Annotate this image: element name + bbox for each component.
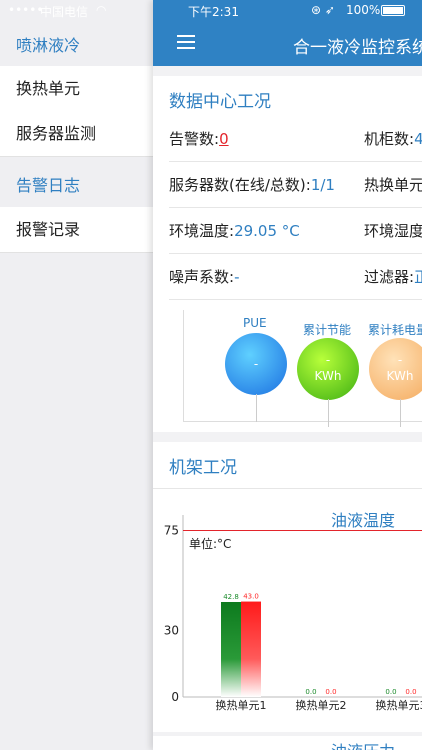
gauge-unit-power-used: KWh bbox=[386, 369, 414, 383]
gauge-energy-saved: - KWh bbox=[297, 338, 359, 400]
app-title: 合一液冷监控系统 bbox=[293, 38, 422, 58]
rack-heading: 机架工况 bbox=[169, 458, 237, 478]
cabinet-count-value: 4 bbox=[414, 130, 422, 148]
gauge-value-power-used: - bbox=[397, 353, 403, 367]
gauge-power-used: - KWh bbox=[369, 338, 422, 400]
datacenter-heading: 数据中心工况 bbox=[169, 92, 271, 112]
status-icons: ⊛ ➶ bbox=[311, 3, 335, 17]
signal-icon: ••••• bbox=[8, 3, 44, 17]
bar bbox=[241, 601, 261, 697]
side-drawer: ••••• 中国电信 ◠ 喷淋液冷 换热单元 服务器监测 告警日志 报警记录 bbox=[0, 0, 155, 750]
y-tick-label: 75 bbox=[164, 524, 179, 538]
env-temp-label: 环境温度: bbox=[169, 222, 235, 240]
x-tick-label: 换热单元1 bbox=[216, 698, 267, 712]
gauge-stem bbox=[328, 399, 329, 427]
bar-value-label: 43.0 bbox=[243, 593, 259, 601]
y-tick-label: 0 bbox=[171, 690, 179, 704]
stat-row-servers: 服务器数(在线/总数):1/1 热换单元 bbox=[169, 162, 422, 208]
chart-title-oil-pressure: 油液压力 bbox=[331, 738, 395, 750]
bar-value-label: 0.0 bbox=[405, 688, 416, 696]
server-count-value: 1/1 bbox=[310, 176, 335, 194]
menu-item-server-monitor[interactable]: 服务器监测 bbox=[0, 111, 155, 157]
gauge-value-pue: - bbox=[253, 357, 259, 371]
bar-value-label: 42.8 bbox=[223, 593, 239, 601]
heat-unit-label: 热换单元 bbox=[364, 176, 422, 194]
gauge-unit-energy-saved: KWh bbox=[314, 369, 342, 383]
stat-row-noise: 噪声系数:- 过滤器:正 bbox=[169, 254, 422, 300]
stat-row-environment: 环境温度:29.05 °C 环境湿度 bbox=[169, 208, 422, 254]
battery-percent: 100% bbox=[346, 3, 381, 17]
status-bar-left: ••••• 中国电信 ◠ bbox=[0, 0, 155, 22]
gauge-label-power-used: 累计耗电量 bbox=[368, 323, 422, 337]
cabinet-count-label: 机柜数: bbox=[364, 130, 415, 148]
alarm-count-label: 告警数: bbox=[169, 130, 220, 148]
oil-temperature-chart: 0 30 75 42.8 43.0 换热单元1 0.0 0.0 换热单元2 0.0 0.0 换热单元3 bbox=[164, 515, 422, 712]
bar-value-label: 0.0 bbox=[305, 688, 316, 696]
gauge-value-energy-saved: - bbox=[325, 353, 331, 367]
status-time: 下午2:31 bbox=[188, 5, 239, 19]
env-humidity-label: 环境湿度 bbox=[364, 222, 422, 240]
top-bar: 下午2:31 ⊛ ➶ 100% 合一液冷监控系统 bbox=[153, 0, 422, 66]
menu-item-alarm-records[interactable]: 报警记录 bbox=[0, 207, 155, 253]
bar-value-label: 0.0 bbox=[385, 688, 396, 696]
wifi-icon: ◠ bbox=[96, 3, 107, 17]
x-tick-label: 换热单元3 bbox=[376, 698, 422, 712]
alarm-count-value[interactable]: 0 bbox=[219, 130, 229, 148]
section-heading-spray: 喷淋液冷 bbox=[16, 36, 81, 55]
filter-label: 过滤器: bbox=[364, 268, 415, 286]
menu-icon[interactable] bbox=[177, 35, 195, 49]
noise-value: - bbox=[234, 268, 240, 286]
bar bbox=[221, 602, 241, 697]
carrier-label: 中国电信 bbox=[40, 5, 89, 19]
y-tick-label: 30 bbox=[164, 623, 179, 637]
main-panel: 下午2:31 ⊛ ➶ 100% 合一液冷监控系统 数据中心工况 告警数:0 机柜… bbox=[153, 0, 422, 750]
filter-value: 正 bbox=[414, 268, 422, 286]
gauge-stem bbox=[256, 394, 257, 422]
menu-item-heat-exchange[interactable]: 换热单元 bbox=[0, 66, 155, 112]
gauge-label-energy-saved: 累计节能 bbox=[303, 323, 352, 337]
noise-label: 噪声系数: bbox=[169, 268, 235, 286]
stat-row-alarms: 告警数:0 机柜数:4 bbox=[169, 116, 422, 162]
divider bbox=[153, 488, 422, 489]
section-heading-alarm-log: 告警日志 bbox=[16, 176, 81, 195]
bar-value-label: 0.0 bbox=[325, 688, 336, 696]
env-temp-value: 29.05 °C bbox=[234, 222, 300, 240]
server-count-label: 服务器数(在线/总数): bbox=[169, 176, 311, 194]
battery-icon bbox=[381, 5, 405, 16]
gauge-stem bbox=[400, 399, 401, 427]
gauge-pue: - bbox=[225, 333, 287, 395]
x-tick-label: 换热单元2 bbox=[296, 698, 347, 712]
gauge-label-pue: PUE bbox=[243, 316, 267, 330]
